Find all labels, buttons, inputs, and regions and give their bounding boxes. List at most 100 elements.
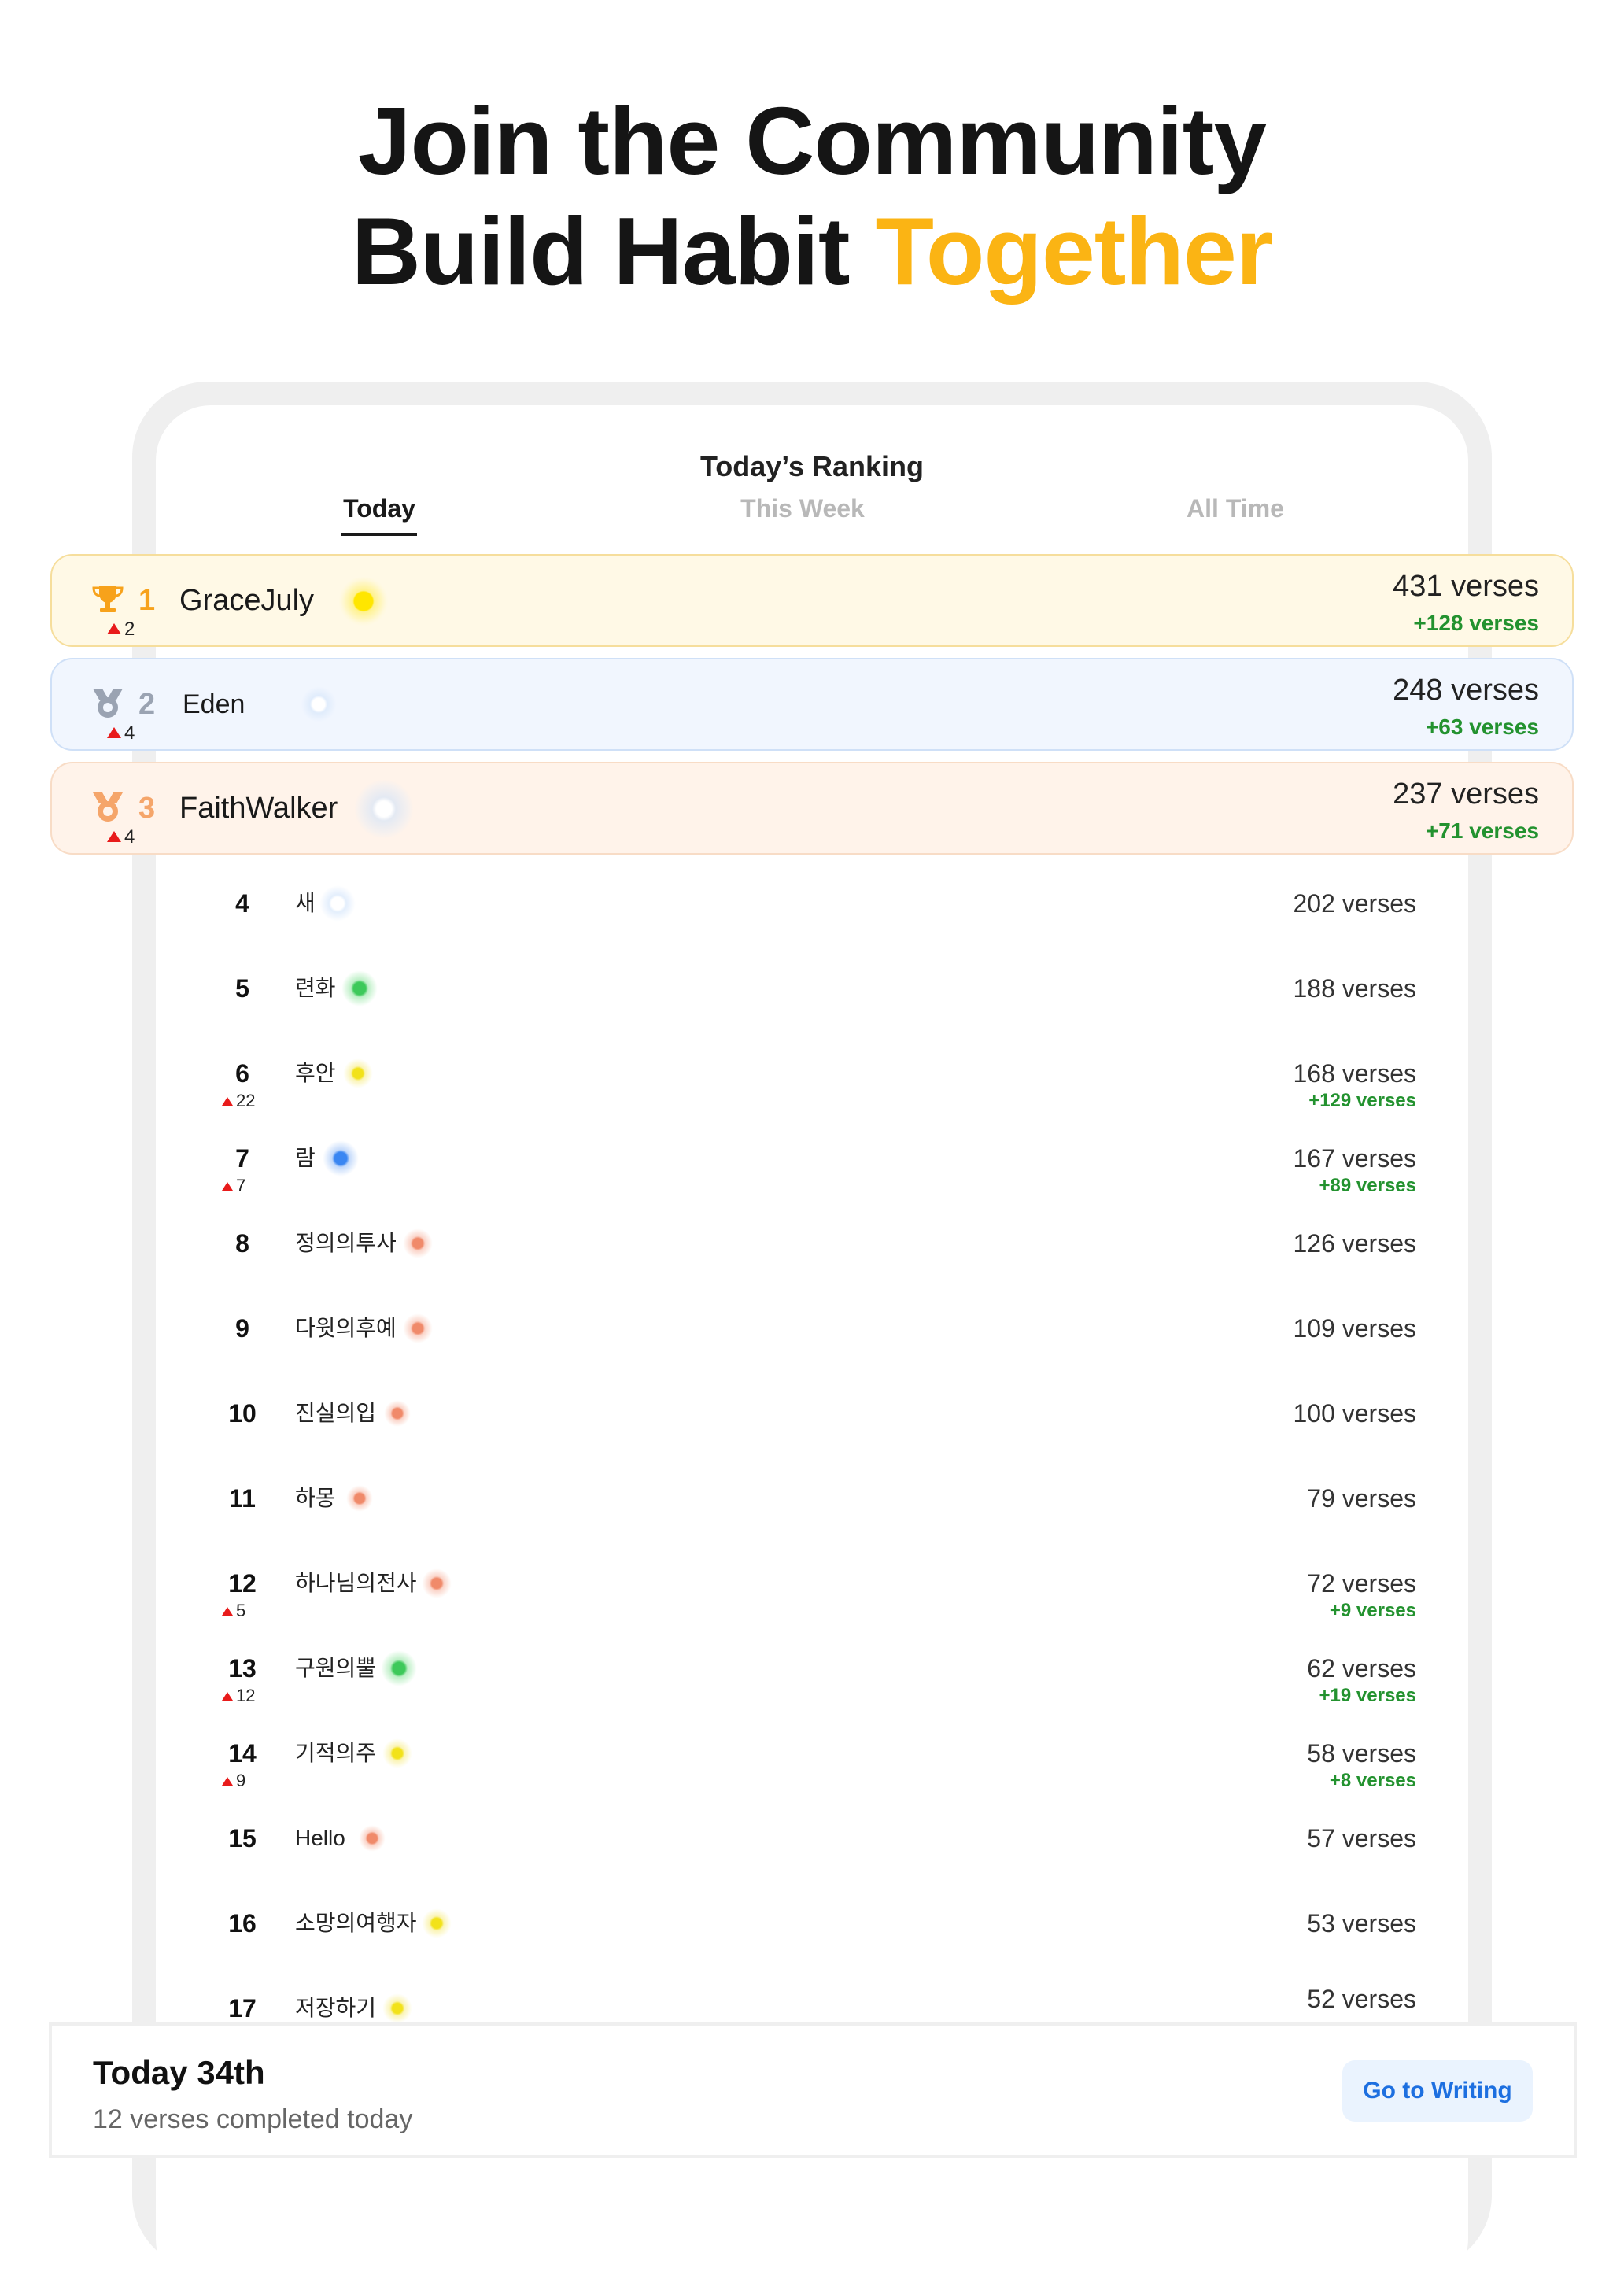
verse-count: 57 verses: [1307, 1824, 1416, 1853]
rank-number: 13: [228, 1654, 257, 1683]
verse-gain: +8 verses: [1329, 1770, 1416, 1791]
verse-count: 109 verses: [1293, 1314, 1416, 1343]
go-to-writing-button[interactable]: Go to Writing: [1342, 2060, 1533, 2122]
status-orb: [319, 885, 356, 922]
list-row-rank-10[interactable]: 10 진실의입 100 verses: [156, 1390, 1468, 1475]
verse-count: 52 verses: [1307, 1985, 1416, 2013]
verse-gain: +63 verses: [1425, 715, 1539, 739]
status-orb: [301, 686, 337, 722]
user-name: 하나님의전사: [295, 1571, 417, 1595]
list-row-rank-4[interactable]: 4 새 202 verses: [156, 880, 1468, 965]
rank-change: 5: [222, 1601, 245, 1621]
verse-count: 431 verses: [1393, 570, 1539, 603]
verse-count: 126 verses: [1293, 1229, 1416, 1258]
rank-change: 2: [107, 619, 135, 641]
my-rank-subtitle: 12 verses completed today: [93, 2104, 413, 2134]
verse-gain: +89 verses: [1319, 1175, 1416, 1196]
user-name: Eden: [183, 689, 245, 719]
rank-number: 8: [235, 1229, 249, 1258]
verse-count: 248 verses: [1393, 674, 1539, 707]
verse-gain: +128 verses: [1413, 611, 1539, 635]
my-rank-bar: Today 34th 12 verses completed today Go …: [49, 2022, 1577, 2158]
status-orb: [323, 1140, 359, 1177]
rank-number: 14: [228, 1739, 257, 1768]
status-orb: [422, 1908, 452, 1938]
rank-change: 4: [107, 722, 135, 744]
list-row-rank-6[interactable]: 6 22 후안 168 verses +129 verses: [156, 1050, 1468, 1135]
tab-today[interactable]: Today: [315, 494, 444, 523]
list-row-rank-5[interactable]: 5 련화 188 verses: [156, 965, 1468, 1050]
status-orb: [338, 576, 389, 626]
rank-number: 16: [228, 1909, 257, 1938]
rank-number: 9: [235, 1314, 249, 1343]
ranking-title: Today’s Ranking: [699, 450, 925, 482]
bronze-medal-icon: [93, 792, 123, 822]
verse-count: 100 verses: [1293, 1399, 1416, 1428]
list-row-rank-16[interactable]: 16 소망의여행자 53 verses: [156, 1900, 1468, 1985]
headline-accent: Together: [875, 198, 1273, 305]
verse-gain: +129 verses: [1308, 1090, 1416, 1111]
user-name: 기적의주: [295, 1741, 377, 1765]
podium-rank: 3: [138, 792, 156, 825]
podium-rank: 1: [138, 584, 156, 617]
list-row-rank-12[interactable]: 12 5 하나님의전사 72 verses +9 verses: [156, 1560, 1468, 1645]
tab-all-time[interactable]: All Time: [1164, 494, 1306, 523]
verse-gain: +71 verses: [1425, 818, 1539, 843]
user-name: 하몽: [295, 1486, 336, 1510]
user-name: FaithWalker: [179, 792, 338, 825]
rank-up-icon: [222, 1097, 233, 1106]
podium-rank: 2: [138, 688, 156, 721]
rank-number: 6: [235, 1059, 249, 1088]
tab-this-week[interactable]: This Week: [708, 494, 897, 523]
status-orb: [354, 779, 414, 839]
rank-number: 12: [228, 1569, 257, 1598]
list-row-rank-9[interactable]: 9 다윗의후예 109 verses: [156, 1305, 1468, 1390]
verse-count: 79 verses: [1307, 1484, 1416, 1513]
rank-change: 22: [222, 1091, 255, 1111]
list-row-rank-8[interactable]: 8 정의의투사 126 verses: [156, 1220, 1468, 1305]
rank-change: 9: [222, 1771, 245, 1791]
status-orb: [359, 1825, 386, 1852]
user-name: 구원의뿔: [295, 1656, 377, 1680]
rank-up-icon: [107, 831, 121, 842]
rank-change: 12: [222, 1686, 255, 1706]
rank-number: 4: [235, 889, 249, 918]
status-orb: [422, 1568, 452, 1598]
verse-count: 188 verses: [1293, 974, 1416, 1003]
status-orb: [382, 1738, 412, 1768]
podium-row-2[interactable]: 2 4 Eden 248 verses +63 verses: [50, 658, 1574, 751]
rank-number: 10: [228, 1399, 257, 1428]
podium-row-3[interactable]: 3 4 FaithWalker 237 verses +71 verses: [50, 762, 1574, 855]
list-row-rank-13[interactable]: 13 12 구원의뿔 62 verses +19 verses: [156, 1645, 1468, 1730]
headline-line-1: Join the Community: [357, 87, 1268, 194]
verse-gain: +19 verses: [1319, 1685, 1416, 1706]
rank-up-icon: [107, 623, 121, 634]
list-row-rank-14[interactable]: 14 9 기적의주 58 verses +8 verses: [156, 1730, 1468, 1815]
status-orb: [346, 1485, 373, 1512]
rank-up-icon: [222, 1607, 233, 1616]
rank-change: 7: [222, 1176, 245, 1196]
list-row-rank-11[interactable]: 11 하몽 79 verses: [156, 1475, 1468, 1560]
rank-number: 15: [228, 1824, 257, 1853]
status-orb: [382, 1993, 412, 2023]
user-name: 진실의입: [295, 1401, 377, 1425]
podium-row-1[interactable]: 1 2 GraceJuly 431 verses +128 verses: [50, 554, 1574, 647]
user-name: 람: [295, 1146, 316, 1170]
verse-gain: +9 verses: [1329, 1600, 1416, 1621]
list-row-rank-15[interactable]: 15 Hello 57 verses: [156, 1815, 1468, 1900]
rank-change: 4: [107, 826, 135, 848]
status-orb: [343, 1058, 373, 1088]
headline-line-2: Build Habit Together: [0, 203, 1624, 299]
rank-up-icon: [222, 1777, 233, 1786]
user-name: 새: [295, 891, 316, 915]
list-row-rank-7[interactable]: 7 7 람 167 verses +89 verses: [156, 1135, 1468, 1220]
user-name: 련화: [295, 976, 336, 1000]
user-name: GraceJuly: [179, 584, 315, 617]
status-orb: [403, 1228, 433, 1258]
user-name: 후안: [295, 1061, 336, 1085]
verse-count: 237 verses: [1393, 778, 1539, 811]
user-name: 정의의투사: [295, 1231, 397, 1255]
rank-up-icon: [222, 1182, 233, 1191]
rank-number: 11: [229, 1484, 256, 1513]
status-orb: [384, 1400, 411, 1427]
